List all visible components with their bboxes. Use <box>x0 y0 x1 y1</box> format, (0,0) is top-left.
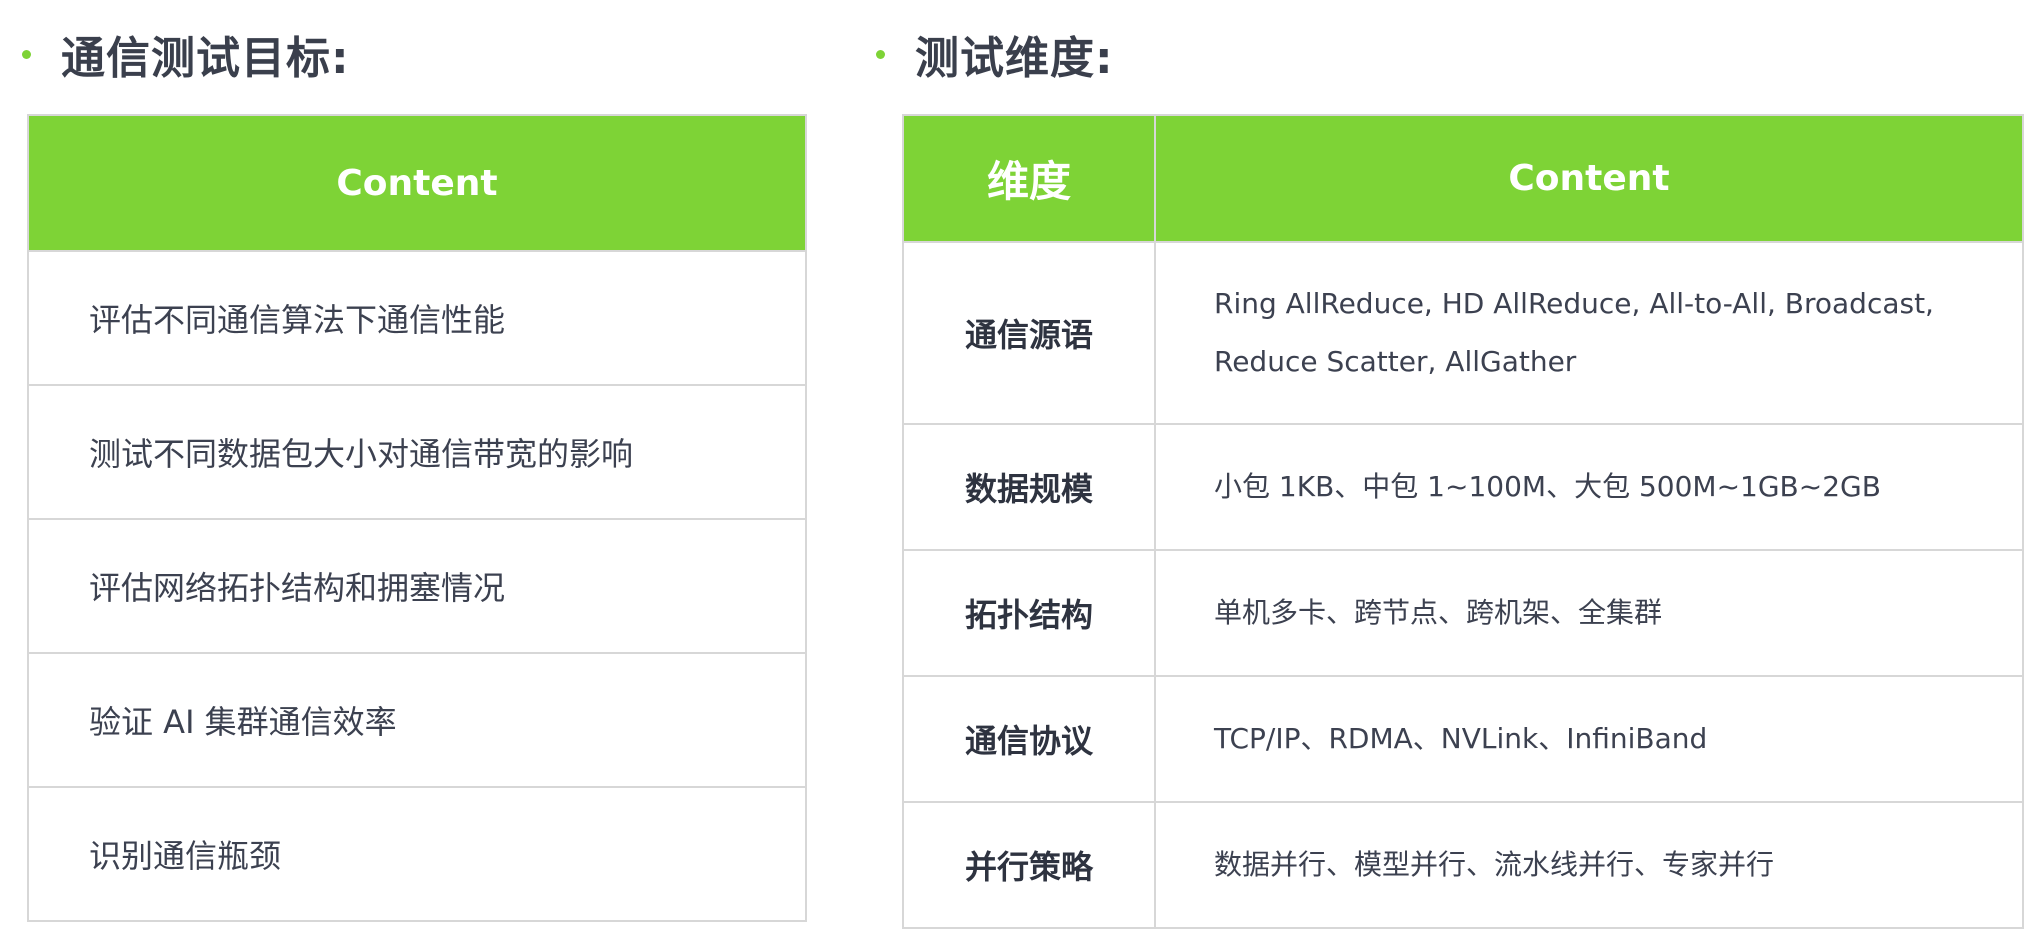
test-dimensions-table: 维度 Content 通信源语 Ring AllReduce, HD AllRe… <box>902 114 2024 929</box>
table-row: 评估不同通信算法下通信性能 <box>27 250 807 386</box>
bullet-dot-icon <box>22 49 31 59</box>
table-row: 通信协议 TCP/IP、RDMA、NVLink、InfiniBand <box>902 675 2024 803</box>
table-row: 数据规模 小包 1KB、中包 1~100M、大包 500M~1GB~2GB <box>902 423 2024 551</box>
bullet-dot-icon <box>876 49 885 59</box>
table-header-row: Content <box>27 114 807 252</box>
dimension-cell: 通信协议 <box>902 675 1156 803</box>
goal-cell: 评估不同通信算法下通信性能 <box>27 250 807 386</box>
goal-cell: 验证 AI 集群通信效率 <box>27 652 807 788</box>
content-cell: Ring AllReduce, HD AllReduce, All-to-All… <box>1154 241 2024 425</box>
table-row: 评估网络拓扑结构和拥塞情况 <box>27 518 807 654</box>
content-cell: 小包 1KB、中包 1~100M、大包 500M~1GB~2GB <box>1154 423 2024 551</box>
content-header: Content <box>1154 114 2024 243</box>
right-heading-text: 测试维度: <box>915 33 1114 84</box>
left-heading-text: 通信测试目标: <box>61 33 350 84</box>
content-cell: 单机多卡、跨节点、跨机架、全集群 <box>1154 549 2024 677</box>
table-row: 通信源语 Ring AllReduce, HD AllReduce, All-t… <box>902 241 2024 425</box>
dimension-header: 维度 <box>902 114 1156 243</box>
left-section-heading: 通信测试目标: <box>22 24 350 84</box>
table-row: 并行策略 数据并行、模型并行、流水线并行、专家并行 <box>902 801 2024 929</box>
dimension-cell: 并行策略 <box>902 801 1156 929</box>
dimension-cell: 通信源语 <box>902 241 1156 425</box>
right-section-heading: 测试维度: <box>876 24 1114 84</box>
goal-cell: 识别通信瓶颈 <box>27 786 807 922</box>
content-cell: 数据并行、模型并行、流水线并行、专家并行 <box>1154 801 2024 929</box>
table-header-row: 维度 Content <box>902 114 2024 243</box>
test-goals-table: Content 评估不同通信算法下通信性能 测试不同数据包大小对通信带宽的影响 … <box>27 114 807 922</box>
goal-cell: 测试不同数据包大小对通信带宽的影响 <box>27 384 807 520</box>
dimension-cell: 数据规模 <box>902 423 1156 551</box>
goal-cell: 评估网络拓扑结构和拥塞情况 <box>27 518 807 654</box>
table-row: 验证 AI 集群通信效率 <box>27 652 807 788</box>
table-row: 识别通信瓶颈 <box>27 786 807 922</box>
table-row: 测试不同数据包大小对通信带宽的影响 <box>27 384 807 520</box>
content-header: Content <box>27 114 807 252</box>
content-cell: TCP/IP、RDMA、NVLink、InfiniBand <box>1154 675 2024 803</box>
table-row: 拓扑结构 单机多卡、跨节点、跨机架、全集群 <box>902 549 2024 677</box>
dimension-cell: 拓扑结构 <box>902 549 1156 677</box>
